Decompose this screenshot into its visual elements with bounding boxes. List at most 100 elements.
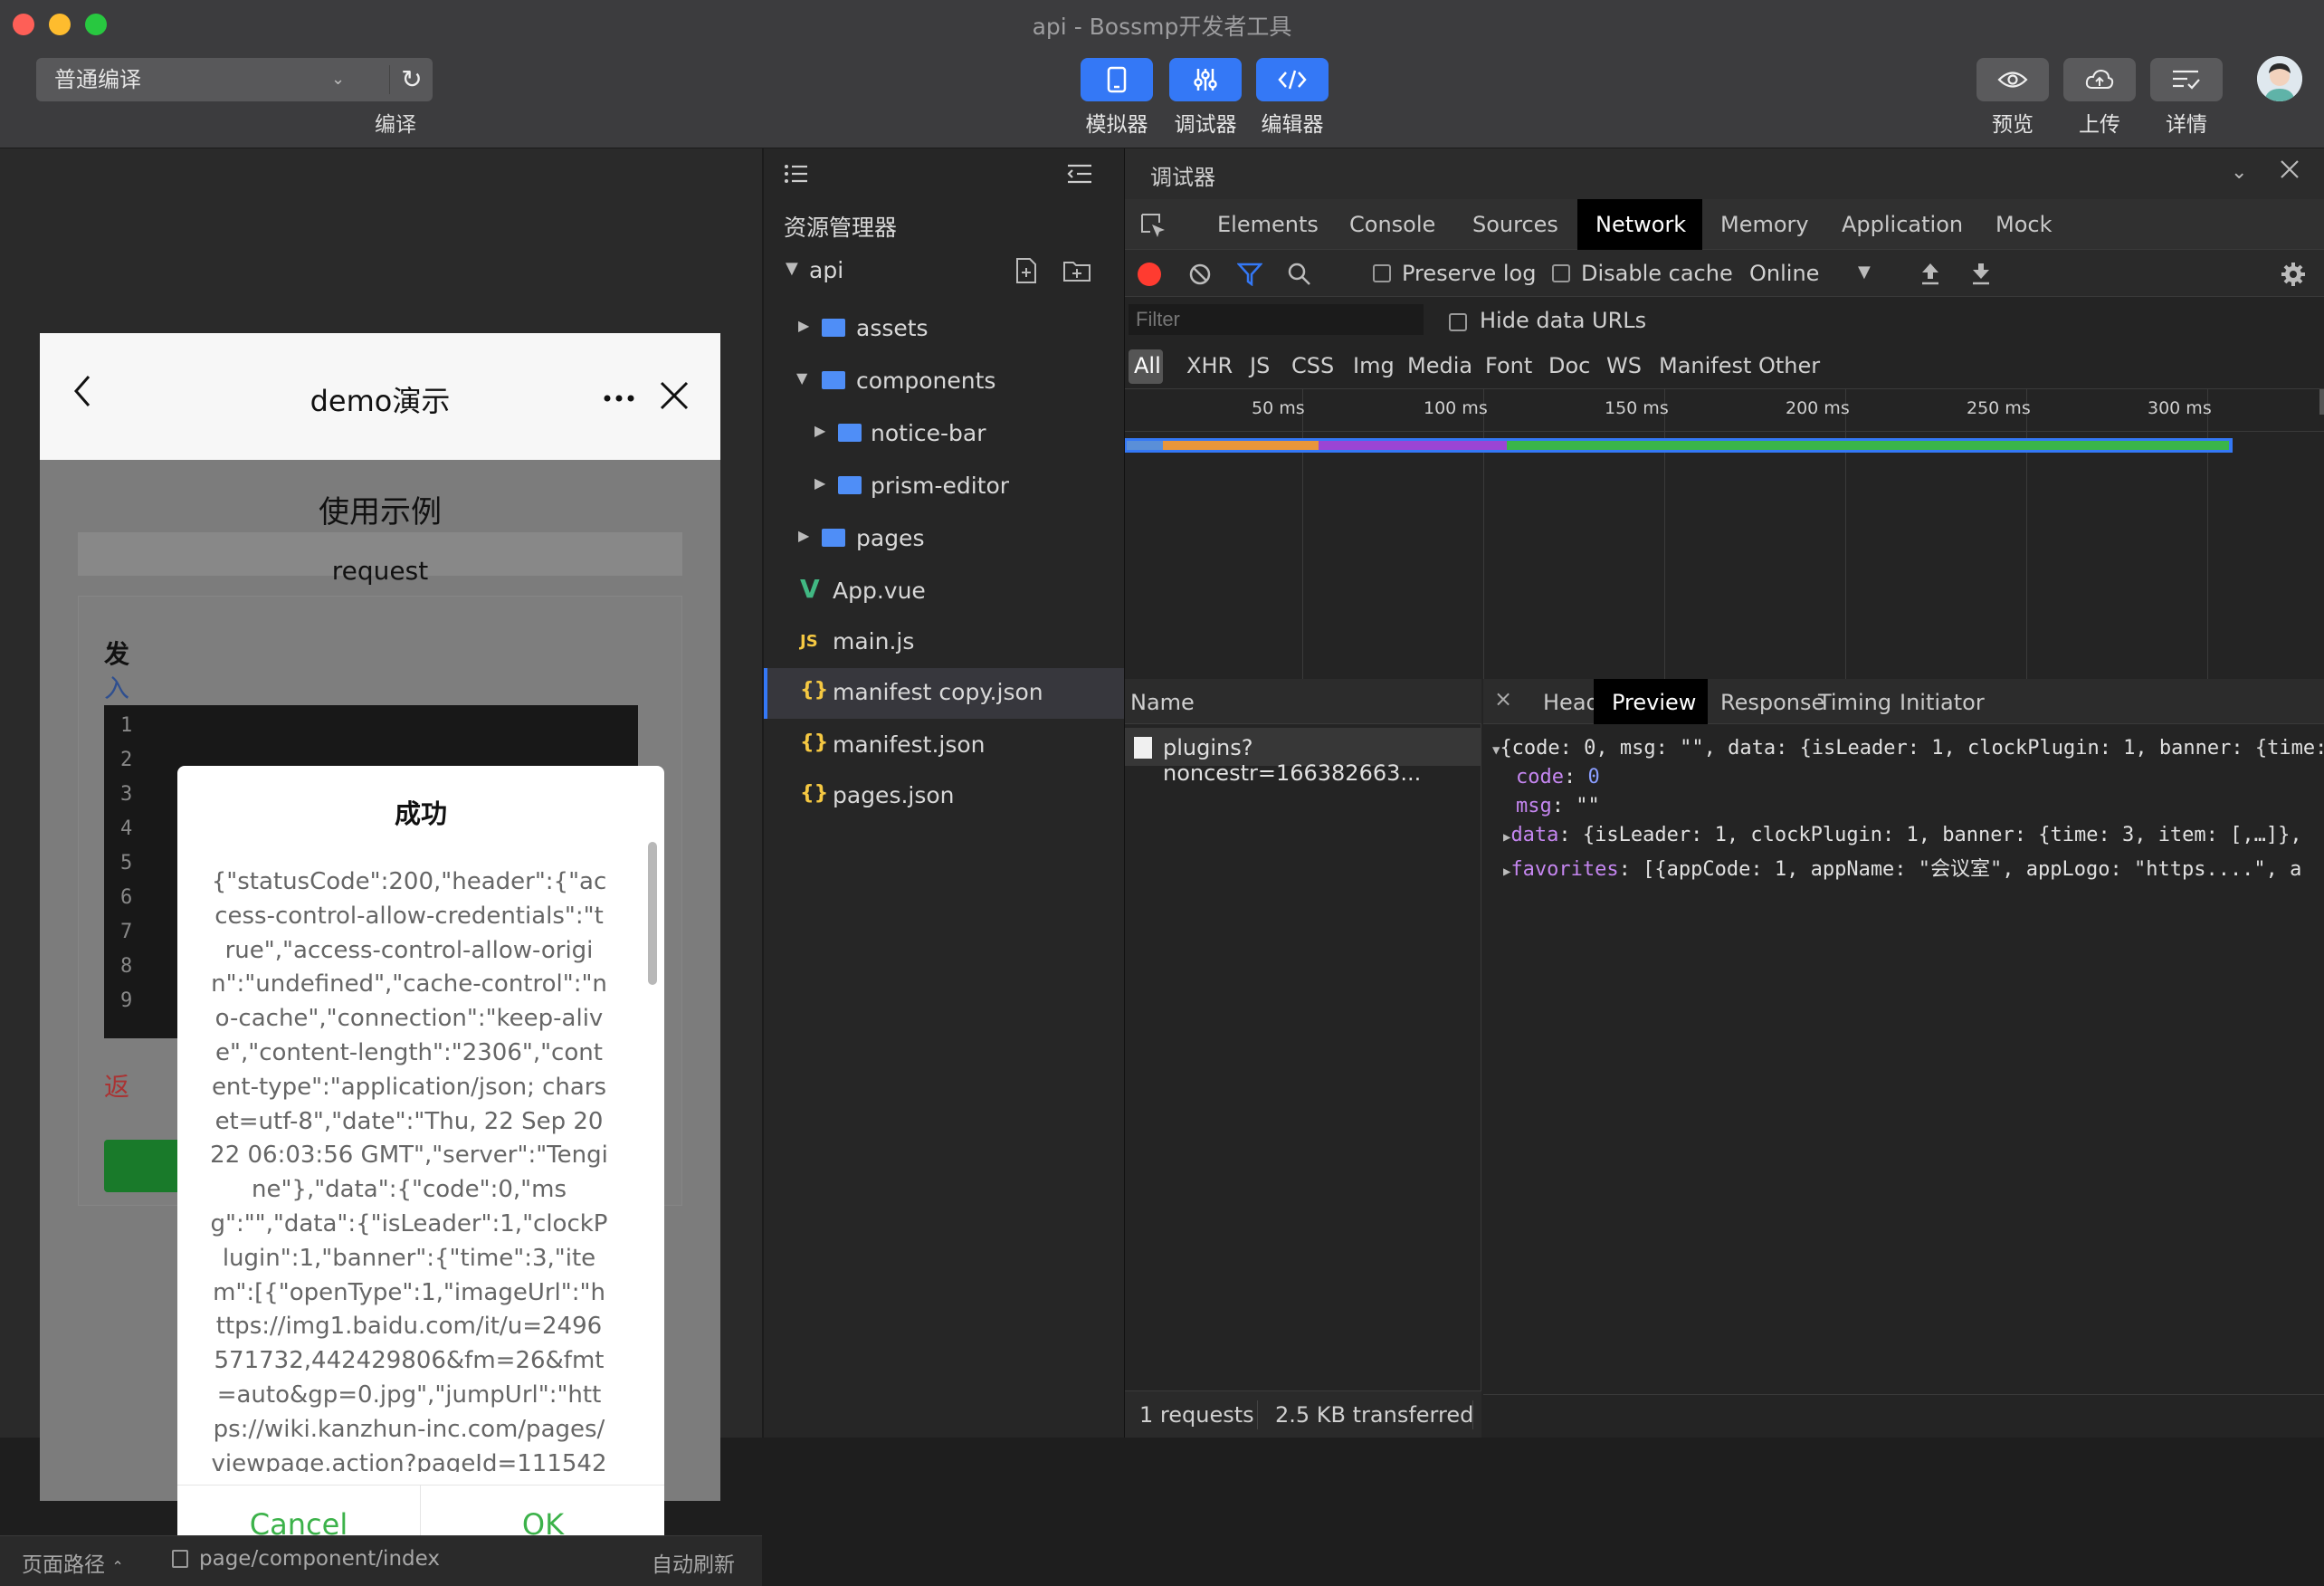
settings-gear-icon[interactable] [2280, 261, 2307, 291]
filter-input[interactable] [1129, 304, 1424, 335]
tab-preview[interactable]: Preview [1612, 690, 1696, 715]
tab-initiator[interactable]: Initiator [1900, 690, 1985, 715]
json-root[interactable]: ▼{code: 0, msg: "", data: {isLeader: 1, … [1492, 737, 2324, 760]
import-har-icon[interactable] [1919, 261, 1941, 290]
page-path-toggle[interactable]: 页面路径 ⌃ [22, 1547, 124, 1578]
line-number: 7 [120, 921, 133, 943]
type-xhr[interactable]: XHR [1186, 353, 1233, 378]
hide-data-urls-checkbox[interactable] [1449, 313, 1467, 331]
details-button[interactable] [2150, 58, 2223, 101]
tab-network[interactable]: Network [1595, 206, 1686, 243]
list-icon[interactable] [784, 163, 809, 188]
search-icon[interactable] [1288, 263, 1311, 290]
request-name[interactable]: plugins?noncestr=166382663... [1163, 735, 1481, 786]
overview-scrollbar[interactable] [2319, 389, 2324, 415]
tree-item-assets[interactable]: ▶ assets [764, 304, 1126, 353]
json-field-favorites[interactable]: ▶favorites: [{appCode: 1, appName: "会议室"… [1503, 853, 2301, 882]
table-row[interactable]: plugins?noncestr=166382663... [1125, 728, 1481, 786]
tree-item-main-js[interactable]: JS main.js [764, 617, 1126, 666]
preserve-log-checkbox[interactable] [1373, 264, 1391, 282]
back-link[interactable]: 返 [104, 1067, 129, 1104]
tab-elements[interactable]: Elements [1217, 206, 1319, 243]
type-font[interactable]: Font [1485, 353, 1532, 378]
close-icon[interactable] [659, 380, 690, 415]
tab-sources[interactable]: Sources [1472, 206, 1558, 243]
tree-item-manifest-json[interactable]: {} manifest.json [764, 721, 1126, 769]
tab-memory[interactable]: Memory [1720, 206, 1809, 243]
tree-item-manifest-copy-json[interactable]: {} manifest copy.json [764, 668, 1126, 719]
preview-button[interactable] [1976, 58, 2049, 101]
tab-mock[interactable]: Mock [1995, 206, 2052, 243]
chevron-down-icon[interactable]: ⌄ [2231, 161, 2247, 184]
debugger-toggle-button[interactable] [1169, 58, 1242, 101]
tab-timing[interactable]: Timing [1818, 690, 1891, 715]
divider [1257, 1400, 1258, 1429]
filter-icon[interactable] [1236, 263, 1263, 290]
code-icon [1278, 70, 1307, 90]
clear-icon[interactable] [1188, 263, 1212, 290]
horizontal-scrollbar-track[interactable] [1483, 1394, 2324, 1438]
json-preview: ▼{code: 0, msg: "", data: {isLeader: 1, … [1483, 724, 2324, 1394]
type-js[interactable]: JS [1250, 353, 1270, 378]
close-details-icon[interactable]: × [1494, 686, 1512, 712]
tab-response[interactable]: Response [1720, 690, 1824, 715]
tree-item-notice-bar[interactable]: ▶ notice-bar [764, 409, 1126, 458]
auto-refresh-toggle[interactable]: 自动刷新 [652, 1547, 735, 1578]
timing-segment [1127, 441, 1163, 450]
status-bar: 1 requests 2.5 KB transferred [1125, 1390, 1481, 1438]
upload-button[interactable] [2063, 58, 2136, 101]
compile-mode-select[interactable]: 普通编译 ⌄ ↻ [36, 58, 433, 101]
tree-item-pages-json[interactable]: {} pages.json [764, 771, 1126, 820]
tree-item-prism-editor[interactable]: ▶ prism-editor [764, 462, 1126, 511]
collapse-outline-icon[interactable] [1066, 163, 1093, 188]
more-icon[interactable] [603, 389, 635, 406]
compile-mode-value[interactable]: 普通编译 [36, 58, 371, 101]
simulator-toggle-button[interactable] [1081, 58, 1153, 101]
vue-file-icon: V [800, 574, 820, 604]
json-root-summary: {code: 0, msg: "", data: {isLeader: 1, c… [1500, 737, 2324, 760]
type-media[interactable]: Media [1407, 353, 1472, 378]
json-file-icon: {} [800, 782, 829, 805]
inspect-element-icon[interactable] [1139, 212, 1167, 243]
json-key: msg [1516, 795, 1552, 817]
throttle-select[interactable]: Online [1749, 261, 1819, 286]
name-column-header[interactable]: Name [1130, 690, 1195, 715]
type-doc[interactable]: Doc [1548, 353, 1590, 378]
type-ws[interactable]: WS [1606, 353, 1642, 378]
page-path[interactable]: page/component/index [199, 1547, 440, 1571]
card-link[interactable]: 入 [104, 669, 129, 705]
grid-line [2207, 389, 2208, 679]
export-har-icon[interactable] [1970, 261, 1992, 290]
line-number: 1 [120, 714, 133, 737]
close-icon[interactable] [2280, 159, 2300, 183]
new-folder-icon[interactable] [1062, 259, 1091, 286]
type-all[interactable]: All [1134, 353, 1161, 378]
tree-item-label: App.vue [833, 578, 926, 604]
tab-application[interactable]: Application [1842, 206, 1963, 243]
line-number: 2 [120, 749, 133, 771]
record-icon[interactable] [1138, 263, 1161, 286]
tab-console[interactable]: Console [1349, 206, 1435, 243]
new-file-icon[interactable] [1014, 257, 1039, 288]
tree-item-label: pages [856, 525, 925, 551]
tree-item-pages[interactable]: ▶ pages [764, 514, 1126, 563]
tree-root-api[interactable]: ▼ api [764, 250, 1126, 293]
type-css[interactable]: CSS [1291, 353, 1334, 378]
tree-item-components[interactable]: ▼ components [764, 357, 1126, 406]
refresh-icon[interactable]: ↻ [391, 58, 433, 101]
type-other[interactable]: Other [1758, 353, 1820, 378]
request-label: request [331, 556, 429, 586]
json-field-data[interactable]: ▶data: {isLeader: 1, clockPlugin: 1, ban… [1503, 824, 2302, 846]
compile-label: 编译 [375, 113, 416, 137]
caret-right-icon: ▶ [814, 422, 826, 439]
type-manifest[interactable]: Manifest [1659, 353, 1751, 378]
page-icon [172, 1550, 188, 1568]
avatar[interactable] [2257, 56, 2302, 101]
tree-item-app-vue[interactable]: V App.vue [764, 567, 1126, 616]
type-img[interactable]: Img [1353, 353, 1395, 378]
editor-toggle-button[interactable] [1256, 58, 1329, 101]
disable-cache-label: Disable cache [1581, 261, 1733, 286]
dialog-scrollbar[interactable] [648, 842, 657, 985]
timing-segment [1319, 441, 1507, 450]
disable-cache-checkbox[interactable] [1552, 264, 1570, 282]
